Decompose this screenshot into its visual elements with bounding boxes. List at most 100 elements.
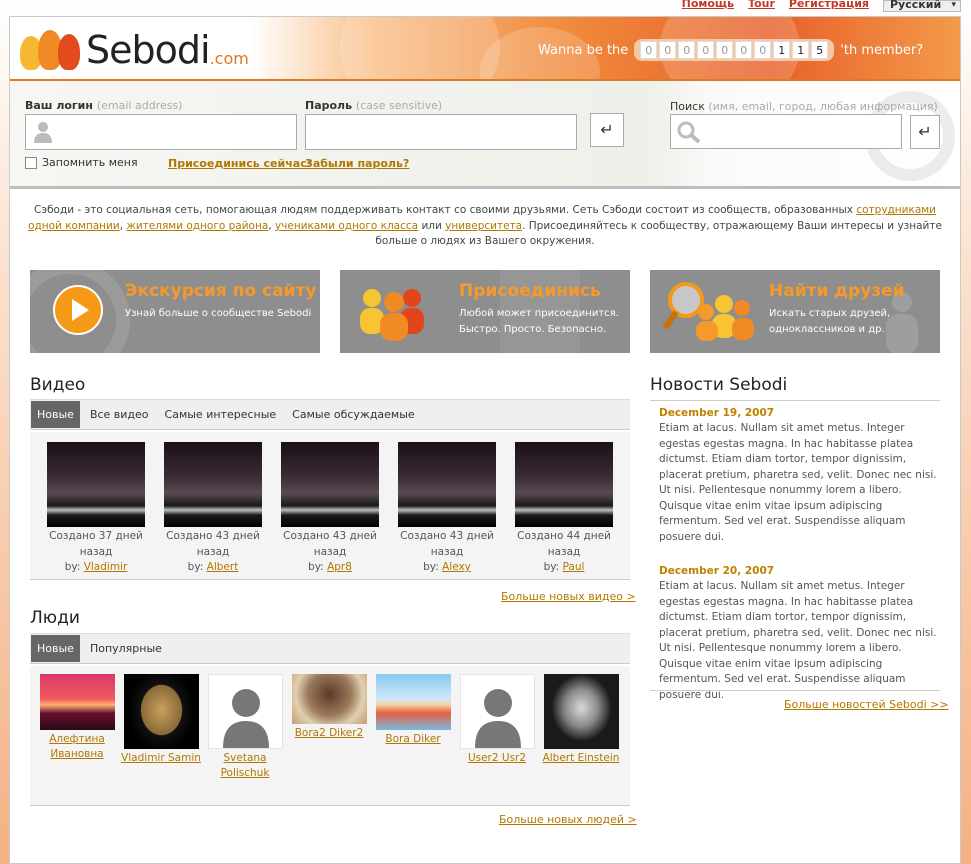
group-icon: [354, 280, 434, 341]
counter-digit: 0: [754, 41, 772, 59]
counter-digit: 0: [697, 41, 715, 59]
person-name-link[interactable]: Vladimir Samin: [121, 752, 201, 764]
top-navigation: Помощь Tour Регистрация Русский: [682, 0, 961, 12]
people-heading: Люди: [30, 608, 80, 628]
tab-new-videos[interactable]: Новые: [31, 401, 80, 428]
login-input[interactable]: [25, 114, 297, 150]
person-item: User2 Usr2: [455, 674, 539, 766]
tour-link[interactable]: Tour: [748, 0, 775, 9]
register-link[interactable]: Регистрация: [789, 0, 869, 9]
link-university[interactable]: университета: [445, 220, 522, 232]
promo-tour[interactable]: Экскурсия по сайту Узнай больше о сообще…: [30, 270, 320, 353]
video-thumbnail[interactable]: [515, 442, 613, 527]
more-videos-link[interactable]: Больше новых видео >: [501, 590, 636, 603]
people-tabs: Новые Популярные: [30, 633, 630, 664]
header: Sebodi .com Wanna be the 0000000115 'th …: [10, 17, 960, 79]
link-districts[interactable]: жителями одного района: [126, 220, 268, 232]
counter-digit: 0: [640, 41, 658, 59]
video-author-link[interactable]: Apr8: [327, 561, 352, 573]
more-news-link[interactable]: Больше новостей Sebodi >>: [784, 698, 949, 711]
search-input[interactable]: [670, 114, 902, 149]
tab-most-interesting[interactable]: Самые интересные: [159, 401, 283, 428]
person-name-link[interactable]: User2 Usr2: [468, 752, 526, 764]
avatar[interactable]: [459, 674, 535, 749]
more-people-link[interactable]: Больше новых людей >: [499, 813, 637, 826]
default-male-avatar-icon: [474, 689, 521, 748]
video-author-link[interactable]: Vladimir: [84, 561, 128, 573]
people-list: Алефтина Ивановна Vladimir Samin Svetana P…: [30, 666, 630, 806]
search-submit-button[interactable]: ↵: [910, 115, 940, 149]
person-name-link[interactable]: Bora2 Diker2: [295, 727, 364, 739]
video-item: Создано 37 дней назад by: Vladimir: [41, 442, 151, 576]
tab-new-people[interactable]: Новые: [31, 635, 80, 662]
counter-digit: 0: [716, 41, 734, 59]
password-input[interactable]: [305, 114, 577, 150]
counter-digit: 0: [659, 41, 677, 59]
person-item: Vladimir Samin: [119, 674, 203, 766]
video-tabs: Новые Все видео Самые интересные Самые о…: [30, 399, 630, 430]
login-submit-button[interactable]: ↵: [590, 113, 624, 147]
wanna-suffix: 'th member?: [840, 42, 924, 58]
default-female-avatar-icon: [222, 689, 269, 748]
avatar[interactable]: [207, 674, 283, 749]
video-thumbnail[interactable]: [164, 442, 262, 527]
person-name-link[interactable]: Albert Einstein: [543, 752, 620, 764]
avatar[interactable]: [375, 674, 451, 730]
video-item: Создано 43 дней назад by: Alexy: [392, 442, 502, 576]
avatar[interactable]: [543, 674, 619, 749]
divider: [650, 400, 940, 401]
counter-digit: 1: [792, 41, 810, 59]
link-classmates[interactable]: учениками одного класса: [275, 220, 418, 232]
video-author-link[interactable]: Alexy: [442, 561, 471, 573]
promo-desc: Узнай больше о сообществе Sebodi: [125, 308, 312, 319]
video-item: Создано 44 дней назад by: Paul: [509, 442, 619, 576]
person-name-link[interactable]: Алефтина Ивановна: [49, 733, 105, 760]
news-date: December 19, 2007: [659, 407, 775, 419]
video-author-link[interactable]: Albert: [207, 561, 239, 573]
login-panel: Ваш логин (email address) Пароль (case s…: [10, 79, 960, 189]
divider: [650, 690, 940, 691]
join-now-link[interactable]: Присоединись сейчас!: [168, 157, 312, 170]
video-author-link[interactable]: Paul: [563, 561, 585, 573]
news-text: Etiam at lacus. Nullam sit amet metus. I…: [659, 422, 937, 543]
avatar[interactable]: [39, 674, 115, 730]
video-thumbnail[interactable]: [398, 442, 496, 527]
enter-icon: ↵: [918, 122, 932, 141]
video-thumbnail[interactable]: [47, 442, 145, 527]
counter-digit: 0: [678, 41, 696, 59]
promo-join[interactable]: Присоединись Любой может присоединится. Б…: [340, 270, 630, 353]
person-name-link[interactable]: Svetana Polischuk: [221, 752, 270, 779]
language-select[interactable]: Русский: [883, 0, 961, 12]
main-container: Sebodi .com Wanna be the 0000000115 'th …: [9, 16, 961, 864]
search-icon: [676, 120, 702, 147]
tab-popular-people[interactable]: Популярные: [84, 635, 168, 662]
news-list: December 19, 2007 Etiam at lacus. Nullam…: [650, 407, 940, 723]
avatar[interactable]: [123, 674, 199, 749]
remember-checkbox[interactable]: [25, 156, 37, 169]
sebodi-logo[interactable]: Sebodi .com: [20, 25, 249, 75]
video-item: Создано 43 дней назад by: Albert: [158, 442, 268, 576]
forgot-password-link[interactable]: Забыли пароль?: [305, 157, 409, 170]
remember-label: Запомнить меня: [42, 156, 138, 169]
tab-all-videos[interactable]: Все видео: [84, 401, 155, 428]
person-item: Bora Diker: [371, 674, 455, 747]
enter-icon: ↵: [600, 120, 614, 139]
help-link[interactable]: Помощь: [682, 0, 734, 9]
magnifier-people-icon: [662, 278, 758, 341]
news-item: December 19, 2007 Etiam at lacus. Nullam…: [650, 407, 940, 545]
avatar[interactable]: [291, 674, 367, 724]
video-heading: Видео: [30, 375, 86, 395]
remember-me[interactable]: Запомнить меня: [25, 156, 138, 169]
video-list: Создано 37 дней назад by: Vladimir Создан…: [30, 432, 630, 580]
login-label: Ваш логин (email address): [25, 99, 183, 112]
person-name-link[interactable]: Bora Diker: [385, 733, 440, 745]
member-counter-banner: Wanna be the 0000000115 'th member?: [538, 39, 923, 61]
tab-most-discussed[interactable]: Самые обсуждаемые: [286, 401, 421, 428]
promo-desc: Искать старых друзей, одноклассников и др…: [769, 308, 891, 335]
video-thumbnail[interactable]: [281, 442, 379, 527]
wanna-prefix: Wanna be the: [538, 42, 629, 58]
member-counter: 0000000115: [634, 39, 835, 61]
news-item: December 20, 2007 Etiam at lacus. Nullam…: [650, 565, 940, 703]
counter-digit: 5: [811, 41, 829, 59]
promo-find-friends[interactable]: Найти друзей Искать старых друзей, однокл…: [650, 270, 940, 353]
